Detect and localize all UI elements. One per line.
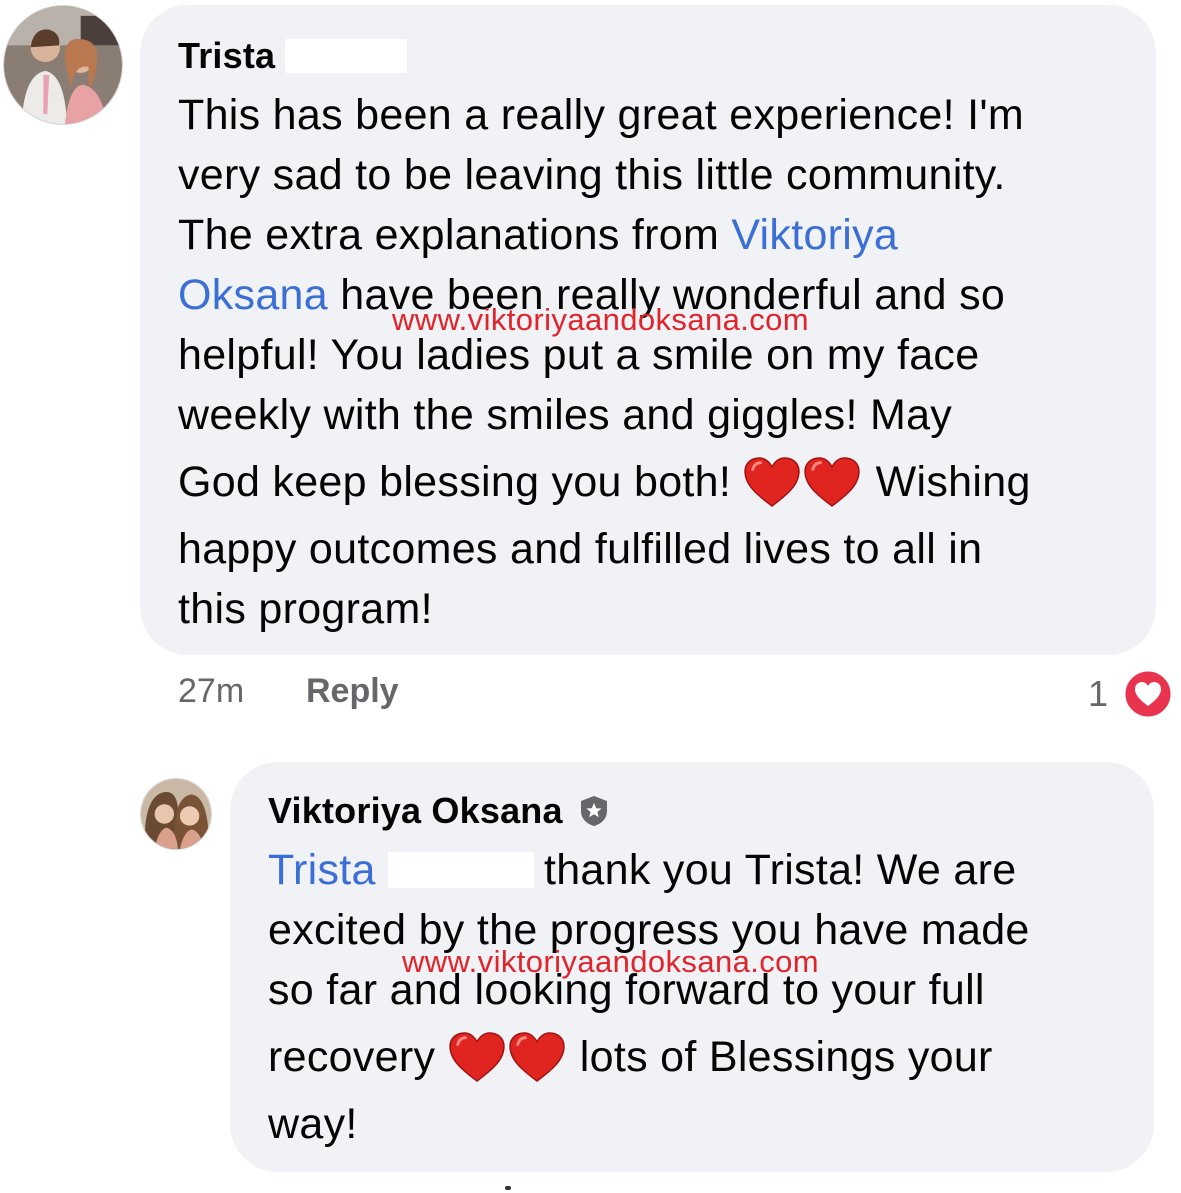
avatar-photo <box>141 779 211 849</box>
red-heart-icon <box>743 456 801 508</box>
reply-line-text: thank you Trista! We are <box>543 846 1017 894</box>
comment-line-text: Wishing <box>863 458 1031 506</box>
redacted-surname <box>285 39 408 73</box>
avatar-photo <box>4 6 122 124</box>
reply-line-text: recovery <box>268 1033 448 1081</box>
scroll-remnant <box>505 1186 511 1190</box>
comment-line: weekly with the smiles and giggles! May <box>178 391 953 439</box>
comment-line: This has been a really great experience!… <box>178 91 1025 139</box>
comment-line-text: God keep blessing you both! <box>178 458 744 506</box>
reply-line: recovery lots of Blessings your <box>268 1020 1118 1094</box>
reply-button[interactable]: Reply <box>306 672 399 711</box>
mention-link-trista[interactable]: Trista <box>268 846 376 894</box>
reply-author-name[interactable]: Viktoriya Oksana <box>268 790 563 832</box>
reply-line-text: lots of Blessings your <box>567 1033 993 1081</box>
commenter-avatar[interactable] <box>3 5 123 125</box>
red-heart-icon <box>803 456 861 508</box>
watermark-text: www.viktoriyaandoksana.com <box>402 944 820 979</box>
shield-badge-icon <box>577 794 611 828</box>
comment-line-text: The extra explanations from <box>178 211 732 259</box>
heart-reaction-icon[interactable] <box>1122 668 1174 720</box>
mention-link-second[interactable]: Oksana <box>178 271 328 319</box>
redacted-surname <box>387 852 534 888</box>
reaction-count[interactable]: 1 <box>1088 673 1108 715</box>
mention-link-first[interactable]: Viktoriya <box>731 211 898 259</box>
red-heart-icon <box>508 1031 566 1083</box>
comment-text: This has been a really great experience!… <box>178 85 1120 639</box>
watermark-text: www.viktoriyaandoksana.com <box>392 302 810 337</box>
comment-timestamp[interactable]: 27m <box>178 672 244 711</box>
comment-line: The extra explanations from Viktoriya <box>178 205 1120 265</box>
comment-line: God keep blessing you both! Wishing <box>178 445 1120 519</box>
reply-author[interactable]: Viktoriya Oksana <box>268 790 1118 832</box>
comment-author-name[interactable]: Trista <box>178 35 275 77</box>
red-heart-icon <box>448 1031 506 1083</box>
comment-author[interactable]: Trista <box>178 35 1120 77</box>
comment-thread: Trista This has been a really great expe… <box>0 0 1181 1193</box>
reply-line: way! <box>268 1100 358 1148</box>
comment-line: happy outcomes and fulfilled lives to al… <box>178 525 983 573</box>
replier-avatar[interactable] <box>140 778 212 850</box>
comment-line: this program! <box>178 585 433 633</box>
reply-line: Trista thank you Trista! We are <box>268 840 1118 900</box>
reply-text: Trista thank you Trista! We are excited … <box>268 840 1118 1154</box>
comment-line: very sad to be leaving this little commu… <box>178 151 1006 199</box>
